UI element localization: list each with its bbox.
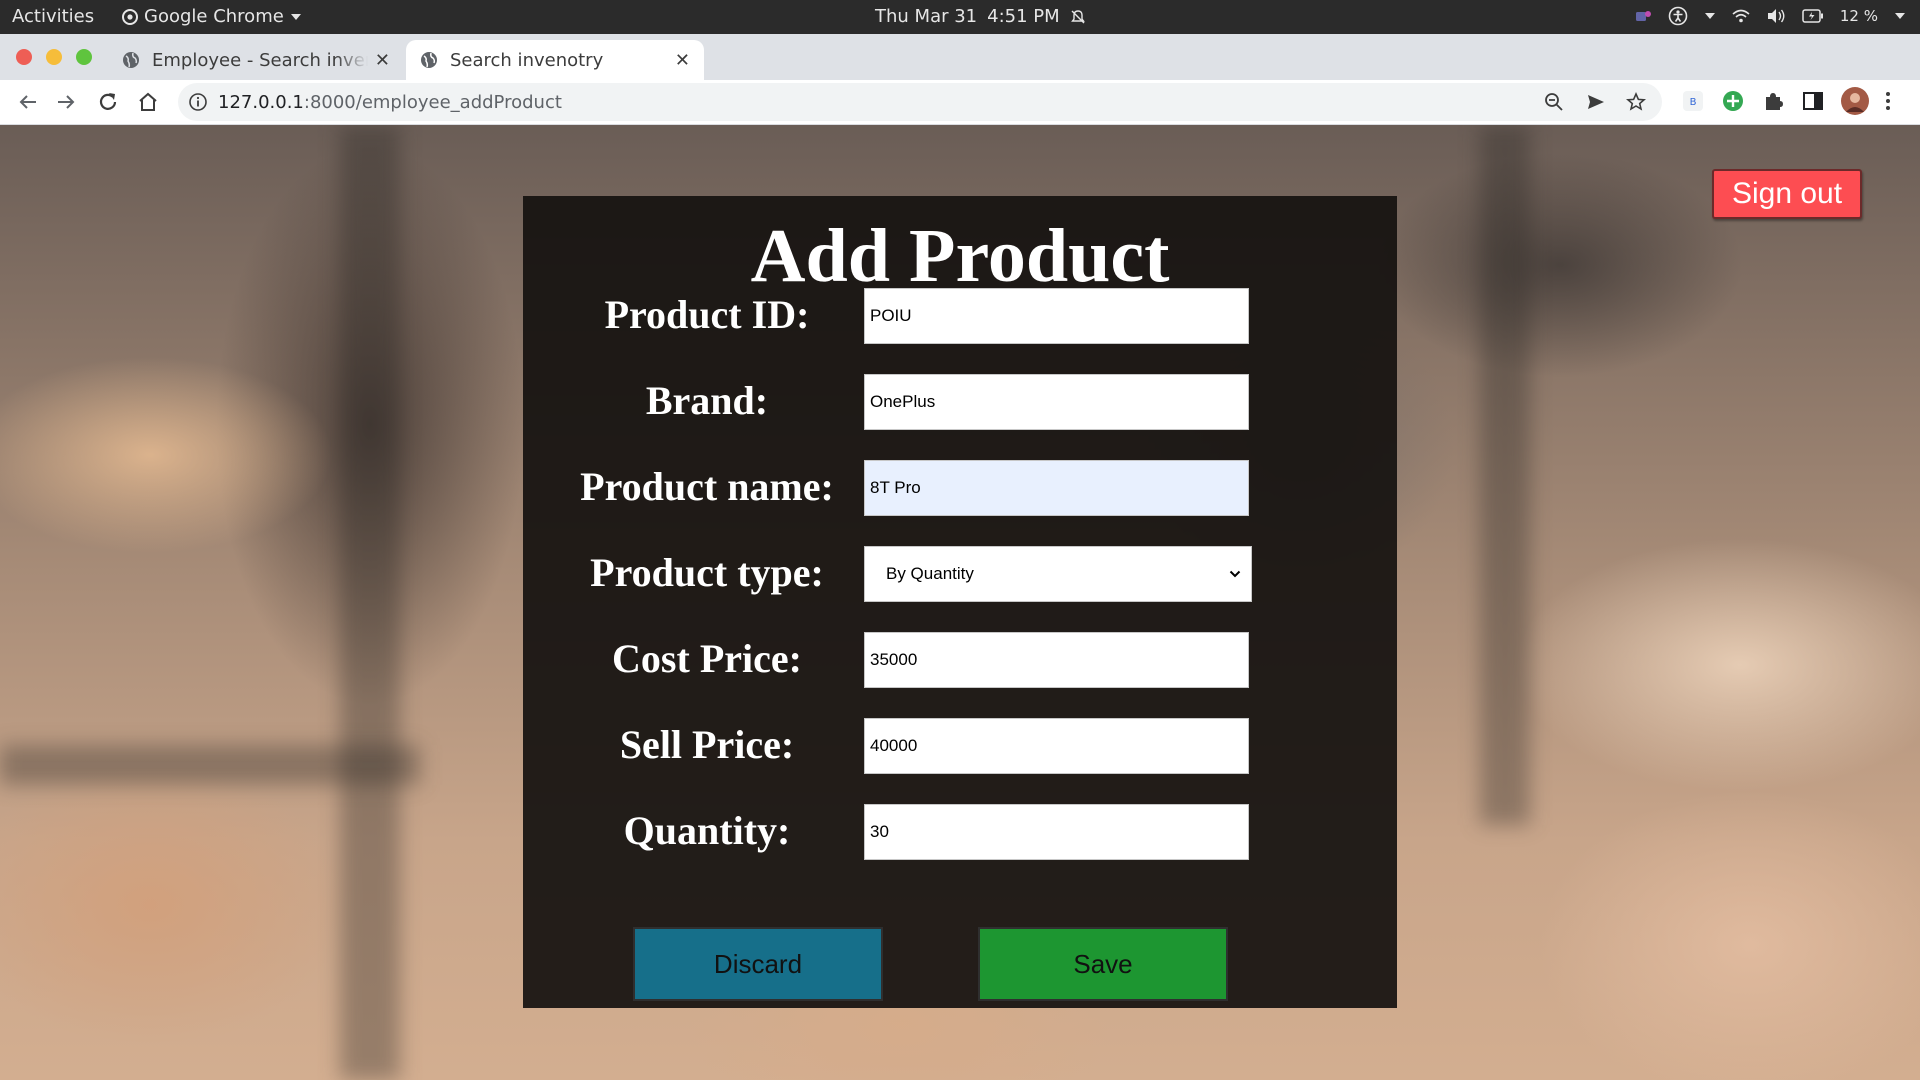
- add-product-form: Add Product Product ID: POIU Brand: OneP…: [523, 196, 1397, 1008]
- side-panel-icon[interactable]: [1802, 90, 1824, 112]
- chevron-down-icon: [1704, 13, 1715, 19]
- close-window-button[interactable]: [16, 49, 32, 65]
- svg-text:B: B: [1690, 97, 1697, 108]
- sign-out-button[interactable]: Sign out: [1712, 169, 1862, 219]
- product-name-label: Product name:: [580, 464, 834, 509]
- profile-avatar[interactable]: [1840, 86, 1870, 116]
- globe-icon: [421, 52, 437, 68]
- extension-plus-icon[interactable]: [1722, 90, 1744, 112]
- browser-tab-strip: Employee - Search invenotry ✕ Search inv…: [0, 34, 1920, 104]
- tab-title: Search invenotry: [450, 49, 604, 71]
- chrome-icon: [122, 8, 138, 25]
- zoom-icon[interactable]: [1544, 92, 1564, 112]
- close-icon[interactable]: ✕: [675, 50, 690, 71]
- clock[interactable]: Thu Mar 31 4:51 PM: [875, 6, 1086, 27]
- cost-price-input[interactable]: 35000: [864, 632, 1249, 688]
- quantity-input[interactable]: 30: [864, 804, 1249, 860]
- close-icon[interactable]: ✕: [375, 50, 390, 71]
- background-shelf: [0, 745, 420, 785]
- product-id-label: Product ID:: [604, 292, 810, 337]
- url-text[interactable]: 127.0.0.1:8000/employee_addProduct: [218, 92, 562, 113]
- globe-icon: [123, 52, 139, 68]
- forward-icon[interactable]: [54, 90, 78, 114]
- quantity-label: Quantity:: [623, 808, 791, 853]
- accessibility-icon: [1668, 6, 1688, 26]
- page-background: Sign out Add Product Product ID: POIU Br…: [0, 125, 1920, 1080]
- app-menu[interactable]: Google Chrome: [122, 6, 302, 27]
- battery-percent: 12 %: [1839, 7, 1878, 25]
- maximize-window-button[interactable]: [76, 49, 92, 65]
- url-host: 127.0.0.1: [218, 92, 304, 113]
- tab-search-inventory[interactable]: Search invenotry ✕: [406, 40, 704, 80]
- activities-button[interactable]: Activities: [12, 6, 94, 27]
- sell-price-label: Sell Price:: [619, 722, 795, 767]
- home-icon[interactable]: [136, 90, 160, 114]
- product-id-input[interactable]: POIU: [864, 288, 1249, 344]
- product-type-value: By Quantity: [886, 564, 974, 583]
- product-type-select[interactable]: By Quantity: [864, 546, 1252, 602]
- background-shelf: [1480, 125, 1530, 825]
- product-name-input[interactable]: 8T Pro: [864, 460, 1249, 516]
- system-tray[interactable]: 12 %: [1634, 6, 1906, 26]
- bookmark-star-icon[interactable]: [1626, 92, 1646, 112]
- app-name: Google Chrome: [144, 6, 284, 27]
- url-path: :8000/employee_addProduct: [303, 92, 562, 113]
- send-icon[interactable]: [1586, 92, 1606, 112]
- chevron-down-icon: [1895, 13, 1905, 19]
- back-icon[interactable]: [16, 90, 40, 114]
- extension-b-icon[interactable]: B: [1682, 90, 1704, 112]
- time-text: 4:51 PM: [987, 6, 1060, 27]
- tab-employee-search[interactable]: Employee - Search invenotry ✕: [106, 40, 402, 80]
- extensions-puzzle-icon[interactable]: [1762, 90, 1784, 112]
- background-shelf: [340, 125, 400, 1080]
- menu-dots-icon[interactable]: [1884, 90, 1892, 112]
- address-bar[interactable]: 127.0.0.1:8000/employee_addProduct: [178, 83, 1662, 121]
- brand-label: Brand:: [645, 378, 769, 423]
- volume-icon: [1767, 9, 1785, 23]
- teams-icon: [1635, 11, 1651, 21]
- battery-icon: [1802, 9, 1823, 23]
- browser-toolbar: 127.0.0.1:8000/employee_addProduct B: [0, 80, 1920, 125]
- notifications-off-icon: [1070, 9, 1085, 23]
- wifi-icon: [1732, 9, 1750, 23]
- date-text: Thu Mar 31: [875, 6, 978, 27]
- discard-button[interactable]: Discard: [633, 927, 883, 1001]
- system-top-bar: Activities Google Chrome Thu Mar 31 4:51…: [0, 0, 1920, 34]
- chevron-down-icon: [290, 13, 301, 20]
- save-button[interactable]: Save: [978, 927, 1228, 1001]
- tab-title: Employee - Search invenotry: [152, 49, 368, 71]
- site-info-icon[interactable]: [188, 92, 208, 112]
- minimize-window-button[interactable]: [46, 49, 62, 65]
- page-title: Add Product: [750, 214, 1170, 298]
- cost-price-label: Cost Price:: [612, 636, 802, 681]
- product-type-label: Product type:: [590, 550, 824, 595]
- sell-price-input[interactable]: 40000: [864, 718, 1249, 774]
- brand-input[interactable]: OnePlus: [864, 374, 1249, 430]
- chevron-down-icon: [1229, 570, 1241, 578]
- reload-icon[interactable]: [96, 90, 120, 114]
